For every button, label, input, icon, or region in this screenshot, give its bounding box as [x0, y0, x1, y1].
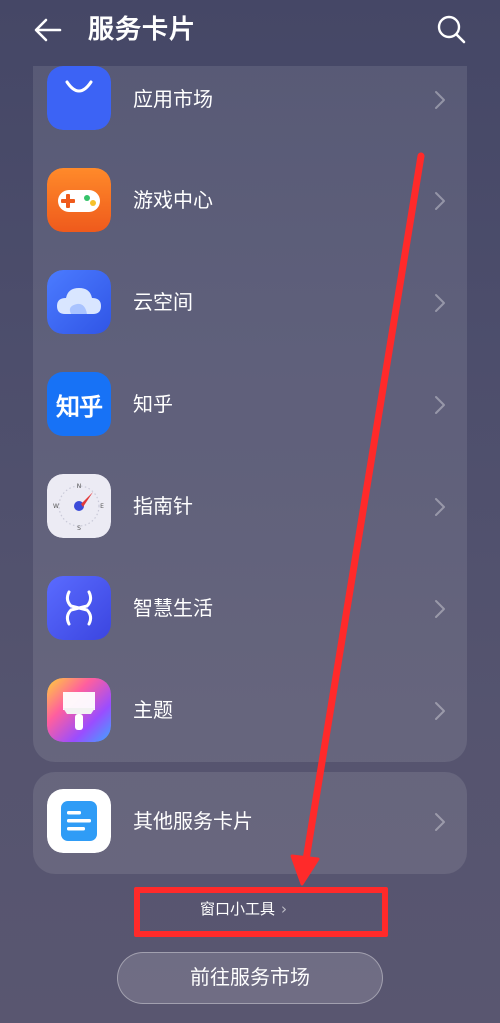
smart-life-icon [47, 576, 111, 640]
theme-icon [47, 678, 111, 742]
list-item-compass[interactable]: N S W E 指南针 [33, 457, 467, 559]
zhihu-icon-text: 知乎 [56, 392, 103, 421]
list-item-label: 智慧生活 [133, 596, 213, 620]
svg-text:S: S [77, 525, 81, 532]
list-item-label: 主题 [133, 698, 173, 722]
chevron-right-icon [435, 600, 445, 618]
svg-text:E: E [100, 503, 104, 510]
go-to-service-market-button[interactable]: 前往服务市场 [117, 952, 383, 1004]
svg-text:W: W [53, 503, 59, 510]
cloud-space-icon [47, 270, 111, 334]
list-item-game-center[interactable]: 游戏中心 [33, 151, 467, 253]
chevron-right-icon [435, 702, 445, 720]
list-item-label: 知乎 [133, 392, 173, 416]
page-title: 服务卡片 [88, 15, 197, 45]
chevron-right-icon [435, 498, 445, 516]
list-item-label: 云空间 [133, 290, 193, 314]
list-item-label: 应用市场 [133, 87, 213, 111]
svg-text:N: N [77, 483, 82, 490]
game-center-icon [47, 168, 111, 232]
annotation-highlight-box [134, 887, 388, 937]
list-item-label: 指南针 [133, 494, 193, 518]
list-item-other-cards[interactable]: 其他服务卡片 [33, 772, 467, 874]
other-cards-group: 其他服务卡片 [33, 772, 467, 874]
compass-icon: N S W E [47, 474, 111, 538]
list-item-cloud-space[interactable]: 云空间 [33, 253, 467, 355]
chevron-right-icon [435, 813, 445, 831]
list-item-smart-life[interactable]: 智慧生活 [33, 559, 467, 661]
arrow-left-icon[interactable] [30, 12, 66, 48]
chevron-right-icon [435, 91, 445, 109]
header-bar: 服务卡片 [0, 0, 500, 60]
other-cards-icon [47, 789, 111, 853]
list-item-zhihu[interactable]: 知乎 知乎 [33, 355, 467, 457]
search-icon[interactable] [434, 12, 468, 46]
list-item-label: 其他服务卡片 [133, 809, 253, 833]
service-card-list: 应用市场 游戏中心 云空间 知乎 知乎 N S W E 指南针 智慧生活 主题 [33, 66, 467, 762]
chevron-right-icon [435, 192, 445, 210]
zhihu-icon: 知乎 [47, 372, 111, 436]
list-item-theme[interactable]: 主题 [33, 661, 467, 763]
list-item-label: 游戏中心 [133, 188, 213, 212]
app-market-icon [47, 66, 111, 130]
chevron-right-icon [435, 396, 445, 414]
chevron-right-icon [435, 294, 445, 312]
